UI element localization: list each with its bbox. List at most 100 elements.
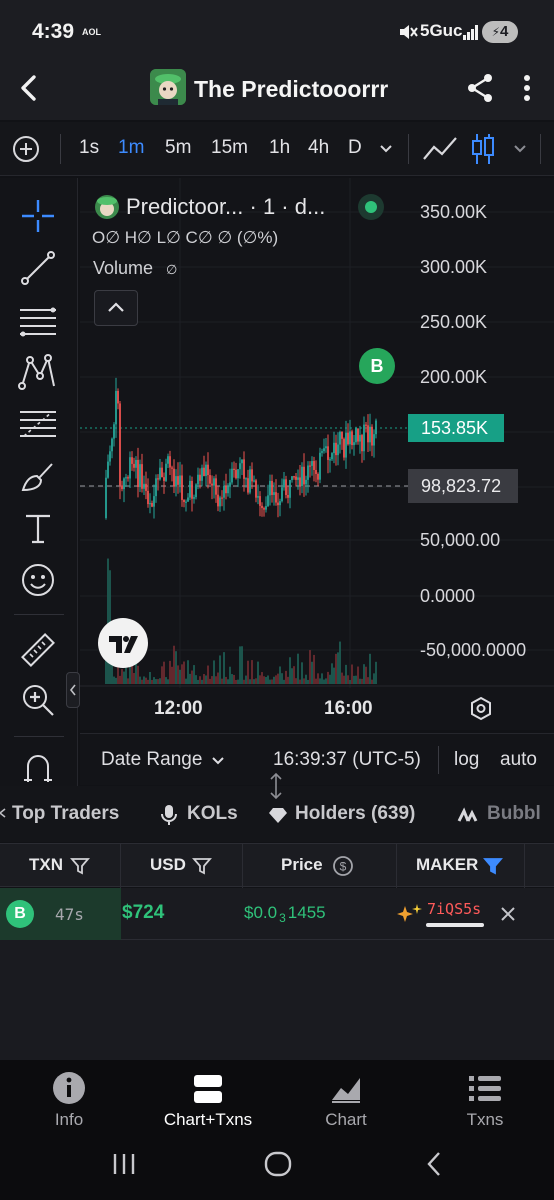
- nav-chart[interactable]: Chart: [286, 1060, 406, 1140]
- volume-bar: [287, 676, 289, 684]
- zoom-in-icon[interactable]: [20, 682, 56, 718]
- fib-retracement-icon[interactable]: [18, 406, 58, 442]
- volume-bar: [181, 664, 183, 684]
- tradingview-logo[interactable]: [98, 618, 148, 668]
- chevron-up-icon: [108, 302, 124, 312]
- timeframe-5m[interactable]: 5m: [165, 137, 191, 159]
- tab-top-traders[interactable]: Top Traders: [12, 803, 119, 825]
- candlestick-icon[interactable]: [470, 132, 496, 166]
- candle-body: [349, 431, 351, 445]
- volume-bar: [207, 665, 209, 684]
- date-range-button[interactable]: Date Range: [101, 749, 202, 771]
- candle-body: [117, 390, 119, 404]
- volume-bar: [137, 665, 139, 684]
- price-axis-label: 0.0000: [420, 586, 476, 606]
- timeframe-15m[interactable]: 15m: [211, 137, 248, 159]
- collapse-legend-button[interactable]: [94, 290, 138, 326]
- candle-body: [351, 431, 353, 446]
- tab-kols[interactable]: KOLs: [187, 803, 238, 825]
- recent-apps-icon[interactable]: [112, 1152, 136, 1176]
- dollar-circle-icon[interactable]: $: [332, 855, 354, 877]
- volume-bar: [345, 664, 347, 684]
- filter-active-icon[interactable]: [483, 856, 503, 876]
- candle-body: [331, 453, 333, 460]
- chevron-down-icon[interactable]: [210, 755, 226, 767]
- text-tool-icon[interactable]: [22, 512, 54, 544]
- candle-body: [171, 467, 173, 469]
- timeframe-1m[interactable]: 1m: [118, 137, 144, 159]
- trendline-icon[interactable]: [20, 250, 56, 286]
- candle-body: [203, 467, 205, 476]
- price-chart[interactable]: Predictoor... · 1 · d... O∅ H∅ L∅ C∅ ∅ (…: [80, 178, 554, 730]
- magnet-icon[interactable]: [22, 752, 54, 784]
- timeframe-4h[interactable]: 4h: [308, 137, 329, 159]
- volume-bar: [229, 666, 231, 684]
- candle-body: [335, 442, 337, 456]
- column-usd[interactable]: USD: [150, 855, 186, 875]
- candle-body: [359, 435, 361, 442]
- chart-clock[interactable]: 16:39:37 (UTC-5): [273, 749, 421, 771]
- timeframe-1h[interactable]: 1h: [269, 137, 290, 159]
- emoji-icon[interactable]: [20, 562, 56, 598]
- candle-body: [131, 457, 133, 464]
- pattern-icon[interactable]: [18, 354, 58, 390]
- volume-bar: [279, 666, 281, 684]
- candle-body: [257, 496, 259, 498]
- timeframe-1s[interactable]: 1s: [79, 137, 99, 159]
- usd-amount: $724: [122, 902, 165, 923]
- filter-icon[interactable]: [192, 856, 212, 876]
- tab-holders[interactable]: Holders (639): [295, 803, 415, 825]
- back-icon[interactable]: [424, 1151, 444, 1177]
- tab-bubblemaps[interactable]: Bubbl: [487, 803, 541, 825]
- auto-scale-toggle[interactable]: auto: [500, 749, 537, 771]
- parallel-channel-icon[interactable]: [18, 302, 58, 338]
- candle-body: [347, 432, 349, 445]
- volume-bar: [185, 678, 187, 684]
- volume-bar: [209, 678, 211, 684]
- collapse-rail-handle[interactable]: [66, 672, 80, 708]
- column-price[interactable]: Price: [281, 855, 323, 875]
- volume-bar: [197, 679, 199, 684]
- chevron-down-icon[interactable]: [378, 143, 394, 155]
- volume-bar: [189, 673, 191, 684]
- candle-body: [371, 426, 373, 446]
- chevron-down-icon[interactable]: [512, 143, 528, 155]
- nav-chart-txns[interactable]: Chart+Txns: [148, 1060, 268, 1140]
- nav-txns[interactable]: Txns: [425, 1060, 545, 1140]
- candle-body: [253, 480, 255, 482]
- volume-bar: [283, 679, 285, 684]
- candle-body: [105, 477, 107, 518]
- share-icon[interactable]: [464, 72, 496, 104]
- chevron-left-icon: [69, 684, 76, 696]
- more-options-icon[interactable]: [520, 72, 534, 104]
- column-maker[interactable]: MAKER: [416, 855, 478, 875]
- timeframe-d[interactable]: D: [348, 137, 362, 159]
- resize-handle-icon[interactable]: [268, 772, 284, 800]
- column-txn[interactable]: TXN: [29, 855, 63, 875]
- home-icon[interactable]: [264, 1151, 292, 1177]
- volume-bar: [133, 672, 135, 684]
- nav-info[interactable]: Info: [9, 1060, 129, 1140]
- page-title: The Predictooorrr: [194, 76, 389, 102]
- price-axis-label: 50,000.00: [420, 530, 501, 550]
- maker-address[interactable]: 7iQS5s: [427, 900, 481, 918]
- filter-icon[interactable]: [70, 856, 90, 876]
- table-row[interactable]: B 47s $724 $0.0 3 1455 7iQS5s: [0, 888, 554, 940]
- volume-bar: [255, 678, 257, 684]
- ruler-icon[interactable]: [18, 630, 58, 670]
- crosshair-icon[interactable]: [20, 198, 56, 234]
- volume-bar: [363, 664, 365, 684]
- line-chart-icon[interactable]: [422, 135, 458, 163]
- chart-settings-icon[interactable]: [469, 696, 493, 722]
- volume-bar: [295, 678, 297, 684]
- buy-marker[interactable]: B: [359, 348, 395, 384]
- volume-bar: [213, 660, 215, 684]
- volume-bar: [319, 678, 321, 684]
- volume-bar: [281, 673, 283, 684]
- candle-body: [215, 478, 217, 495]
- add-indicator-icon[interactable]: [12, 135, 40, 163]
- brush-icon[interactable]: [20, 458, 56, 494]
- close-icon[interactable]: [500, 906, 516, 922]
- log-scale-toggle[interactable]: log: [454, 749, 479, 771]
- back-arrow-icon[interactable]: [16, 74, 44, 102]
